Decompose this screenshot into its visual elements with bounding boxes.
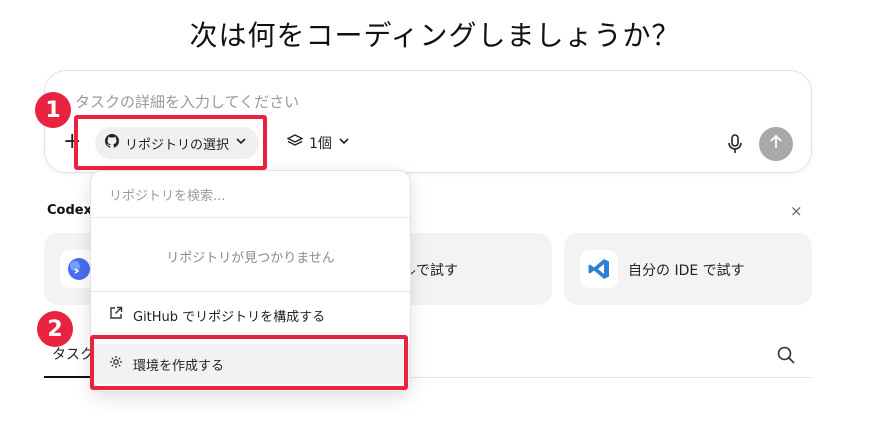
external-link-icon — [109, 306, 123, 324]
repo-search-input[interactable]: リポジトリを検索... — [109, 185, 225, 204]
close-icon[interactable]: × — [790, 202, 803, 220]
empty-message: リポジトリが見つかりません — [166, 251, 335, 266]
configure-repo-github-item[interactable]: GitHub でリポジトリを構成する — [91, 295, 410, 335]
chevron-down-icon — [338, 135, 350, 151]
instance-count-label: 1個 — [309, 136, 332, 152]
search-icon[interactable] — [776, 345, 796, 365]
codex-card-ide[interactable]: 自分の IDE で試す — [564, 233, 812, 305]
menu-item-label: GitHub でリポジトリを構成する — [133, 309, 326, 325]
divider — [91, 291, 410, 292]
microphone-icon[interactable] — [725, 133, 745, 155]
codex-section-label: Codex — [47, 203, 92, 218]
step-badge-1: 1 — [35, 92, 71, 128]
highlight-box-create-env — [90, 335, 408, 390]
step-badge-2: 2 — [37, 311, 73, 347]
codex-card-ide-label: 自分の IDE で試す — [628, 263, 745, 279]
instance-count-button[interactable]: 1個 — [286, 127, 350, 159]
send-button[interactable] — [759, 127, 793, 161]
layers-icon — [286, 134, 304, 152]
divider — [91, 217, 410, 218]
task-input[interactable]: タスクの詳細を入力してください — [75, 91, 299, 112]
tab-tasks[interactable]: タスク — [52, 344, 94, 364]
vscode-icon — [580, 250, 618, 288]
highlight-box-repo-select — [74, 115, 267, 170]
page-title: 次は何をコーディングしましょうか？ — [189, 19, 681, 52]
arrow-up-icon — [768, 134, 784, 154]
